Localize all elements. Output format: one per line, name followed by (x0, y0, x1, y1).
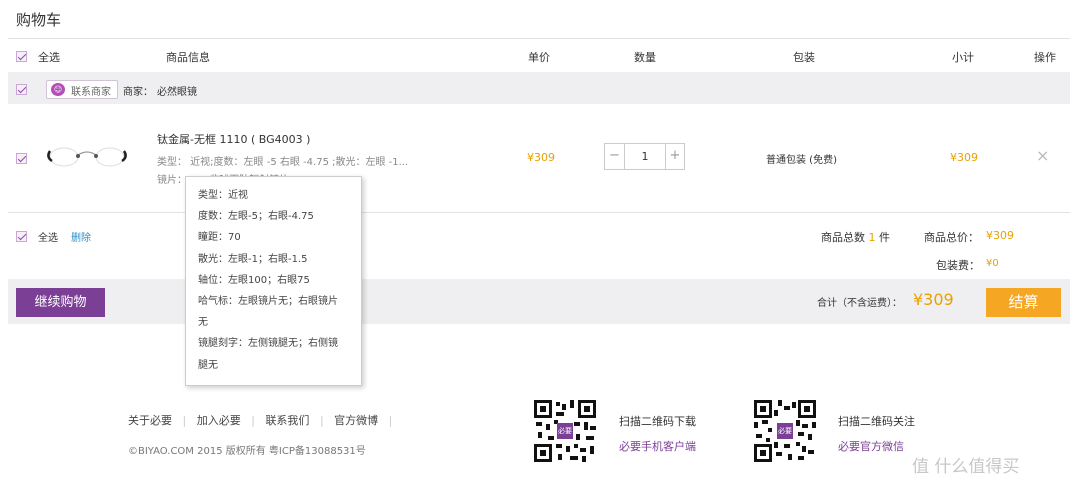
product-image[interactable] (42, 135, 132, 179)
watermark: 值 什么值得买 (912, 457, 1020, 477)
title-divider (8, 38, 1070, 39)
spec-tooltip: 类型：近视 度数：左眼-5；右眼-4.75 瞳距：70 散光：左眼-1；右眼-1… (185, 176, 362, 386)
total-price-value: ¥309 (986, 229, 1014, 242)
quantity-input[interactable]: 1 (625, 144, 665, 169)
qr-code-app: 必要 (532, 398, 598, 464)
quantity-stepper: − 1 + (604, 143, 685, 170)
select-all-checkbox-top[interactable] (16, 51, 27, 62)
tooltip-line-breath: 哈气标：左眼镜片无；右眼镜片 (198, 296, 338, 308)
footer-link-weibo[interactable]: 官方微博 (334, 414, 378, 427)
qr-code-wechat: 必要 (752, 398, 818, 464)
product-spec-line1: 类型： 近视;度数：左眼 -5 右眼 -4.75 ;散光：左眼 -1... (157, 157, 409, 168)
total-count-suffix: 件 (879, 231, 890, 244)
tooltip-line-power: 度数：左眼-5；右眼-4.75 (198, 211, 314, 223)
tooltip-line-breath-cont: 无 (198, 317, 208, 329)
qr-app-line1: 扫描二维码下载 (619, 415, 696, 428)
total-count-prefix: 商品总数 (821, 231, 865, 244)
column-product-info: 商品信息 (166, 51, 210, 64)
footer-copyright: ©BIYAO.COM 2015 版权所有 粤ICP备13088531号 (128, 446, 366, 457)
decrement-button[interactable]: − (605, 144, 625, 169)
column-operation: 操作 (1034, 51, 1056, 64)
increment-button[interactable]: + (665, 144, 684, 169)
select-all-label-top: 全选 (38, 51, 60, 64)
product-name[interactable]: 钛金属-无框 1110 ( BG4003 ) (157, 131, 310, 147)
delete-link[interactable]: 删除 (71, 229, 91, 244)
packaging-fee-label: 包装费： (936, 259, 980, 272)
contact-merchant-button[interactable]: ☺ 联系商家 (46, 80, 118, 99)
packaging-fee-value: ¥0 (986, 258, 999, 269)
item-unit-price: ¥309 (527, 151, 555, 164)
merchant-name[interactable]: 必然眼镜 (157, 83, 197, 98)
grand-total-label: 合计（不含运费）： (817, 298, 902, 309)
column-unit-price: 单价 (528, 51, 550, 64)
item-packaging[interactable]: 普通包装 (免费) (766, 151, 837, 166)
glasses-image (47, 147, 127, 167)
merchant-prefix: 商家： (123, 87, 153, 98)
remove-item-icon[interactable]: × (1036, 146, 1049, 165)
tooltip-line-engrave-cont: 腿无 (198, 359, 218, 371)
qr-app-line2[interactable]: 必要手机客户端 (619, 438, 696, 454)
item-divider (8, 212, 1070, 213)
total-count: 商品总数 1 件 (821, 229, 890, 245)
qr-badge-app: 必要 (558, 427, 572, 435)
contact-merchant-label: 联系商家 (71, 87, 111, 98)
footer-link-about[interactable]: 关于必要 (128, 414, 172, 427)
footer-link-join[interactable]: 加入必要 (197, 414, 241, 427)
select-all-label-bottom: 全选 (38, 233, 58, 244)
qr-wechat-line2[interactable]: 必要官方微信 (838, 438, 904, 454)
column-subtotal: 小计 (952, 51, 974, 64)
footer-links: 关于必要 | 加入必要 | 联系我们 | 官方微博 | (128, 414, 393, 427)
grand-total-value: ¥309 (913, 290, 954, 309)
item-subtotal: ¥309 (950, 151, 978, 164)
page-title: 购物车 (16, 11, 62, 29)
qr-wechat-line1: 扫描二维码关注 (838, 415, 915, 428)
tooltip-line-type: 类型：近视 (198, 190, 248, 201)
tooltip-line-pd: 瞳距：70 (198, 232, 241, 244)
total-count-value: 1 (868, 231, 876, 244)
checkout-bar (8, 279, 1070, 324)
chat-icon: ☺ (51, 83, 65, 96)
qr-badge-wechat: 必要 (778, 427, 792, 435)
continue-shopping-button[interactable]: 继续购物 (16, 288, 105, 317)
column-quantity: 数量 (634, 51, 656, 64)
column-packaging: 包装 (793, 51, 815, 64)
total-price-label: 商品总价： (924, 231, 979, 244)
item-checkbox[interactable] (16, 153, 27, 164)
select-all-checkbox-bottom[interactable] (16, 231, 27, 242)
tooltip-line-cyl: 散光：左眼-1；右眼-1.5 (198, 253, 308, 265)
tooltip-line-axis: 轴位：左眼100；右眼75 (198, 274, 310, 286)
shop-checkbox[interactable] (16, 84, 27, 95)
footer-link-contact[interactable]: 联系我们 (265, 414, 309, 427)
checkout-button[interactable]: 结算 (986, 288, 1061, 317)
tooltip-line-engrave: 镜腿刻字：左侧镜腿无；右侧镜 (198, 338, 338, 350)
